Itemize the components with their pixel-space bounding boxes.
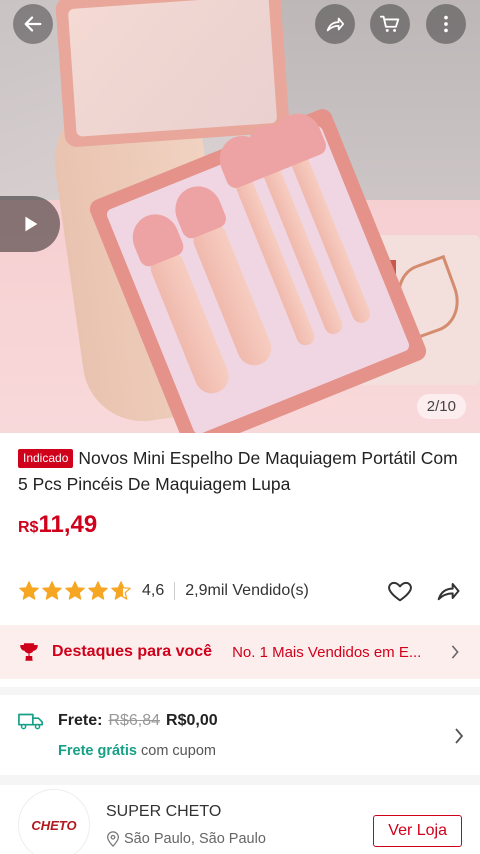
product-info: Indicado Novos Mini Espelho De Maquiagem … [0, 433, 480, 687]
product-image-gallery[interactable]: 2/10 [0, 0, 480, 433]
store-name: SUPER CHETO [106, 803, 222, 820]
star-icon [42, 581, 62, 600]
star-icon [111, 581, 131, 600]
cart-button[interactable] [370, 4, 410, 44]
heart-icon[interactable] [386, 577, 414, 605]
trophy-icon [20, 643, 38, 661]
product-title-text: Novos Mini Espelho De Maquiagem Portátil… [18, 448, 458, 494]
play-icon [25, 216, 38, 232]
product-title: Indicado Novos Mini Espelho De Maquiagem … [18, 445, 462, 497]
rating-actions [386, 577, 462, 605]
product-price: R$11,49 [18, 511, 462, 539]
location-pin-icon [107, 831, 119, 847]
star-icon [19, 581, 39, 600]
shipping-old-price: R$6,84 [108, 712, 161, 729]
share-icon [326, 17, 345, 32]
free-shipping-suffix: com cupom [141, 743, 216, 759]
shipping-new-price: R$0,00 [166, 712, 218, 729]
highlights-subtitle: No. 1 Mais Vendidos em E... [232, 643, 422, 661]
sold-count: 2,9mil Vendido(s) [185, 582, 309, 599]
shipping-label: Frete: [58, 712, 103, 729]
store-details: SUPER CHETO São Paulo, São Paulo [106, 803, 266, 847]
image-counter: 2/10 [416, 394, 466, 419]
more-options-button[interactable] [426, 4, 466, 44]
star-icon [88, 581, 108, 600]
play-video-button[interactable] [0, 196, 60, 252]
more-vertical-icon [444, 15, 448, 33]
truck-icon [18, 713, 43, 730]
store-location-text: São Paulo, São Paulo [124, 831, 266, 847]
rating-value: 4,6 [142, 582, 165, 599]
cart-icon [379, 15, 400, 32]
divider [174, 582, 176, 600]
chevron-right-icon [451, 645, 459, 659]
mirror-glass [67, 0, 278, 137]
visit-store-button[interactable]: Ver Loja [373, 815, 462, 847]
price-value: 11,49 [38, 511, 98, 538]
highlights-banner[interactable]: Destaques para você No. 1 Mais Vendidos … [0, 625, 480, 679]
rating-row[interactable]: 4,6 2,9mil Vendido(s) [18, 577, 462, 605]
recommended-tag: Indicado [18, 449, 74, 468]
chevron-right-icon [455, 728, 464, 744]
shipping-section[interactable]: Frete: R$6,84 R$0,00 Frete grátis com cu… [0, 695, 480, 775]
star-icon [65, 581, 85, 600]
back-button[interactable] [13, 4, 53, 44]
free-shipping-label: Frete grátis [58, 743, 137, 759]
star-rating [18, 580, 132, 602]
arrow-left-icon [24, 16, 42, 32]
share-button[interactable] [315, 4, 355, 44]
shipping-price-row: Frete: R$6,84 R$0,00 [18, 711, 462, 731]
highlights-title: Destaques para você [52, 643, 213, 660]
store-location: São Paulo, São Paulo [106, 831, 266, 847]
store-logo[interactable]: CHETO [18, 789, 90, 854]
free-shipping-row: Frete grátis com cupom [58, 743, 462, 759]
store-section[interactable]: CHETO SUPER CHETO São Paulo, São Paulo V… [0, 785, 480, 854]
price-currency: R$ [18, 519, 39, 536]
share-icon[interactable] [434, 577, 462, 605]
mirror-lid-image [55, 0, 290, 148]
